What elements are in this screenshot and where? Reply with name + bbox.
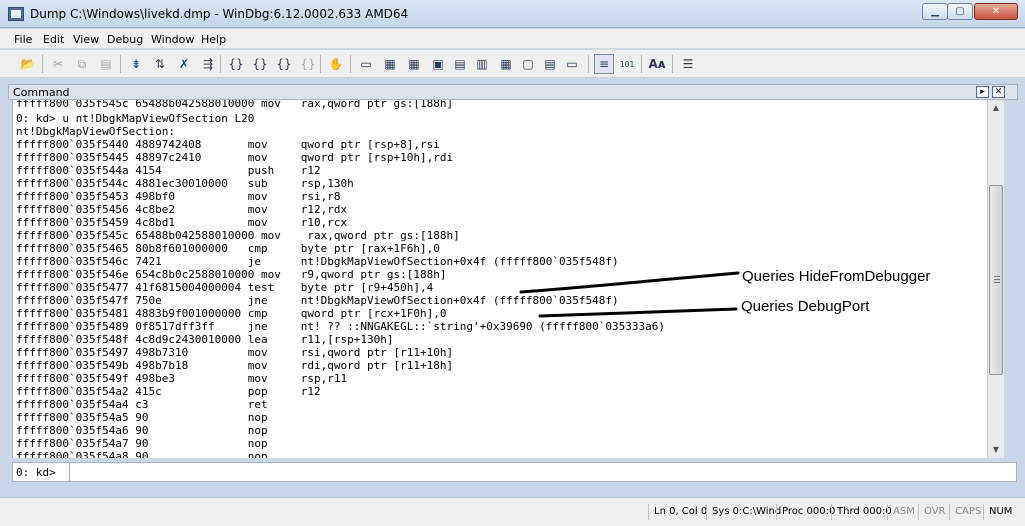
status-thread: Thrd 000:0 xyxy=(831,504,892,520)
output-line: fffff800`035f545c 65488b042588010000 mov… xyxy=(16,100,454,110)
open-folder-icon[interactable]: 📂 xyxy=(18,54,38,74)
output-line: fffff800`035f5465 80b8f601000000 cmp byt… xyxy=(16,242,440,255)
output-line: fffff800`035f548f 4c8d9c2430010000 lea r… xyxy=(16,333,394,346)
hand-icon[interactable]: ✋ xyxy=(326,54,346,74)
status-num: NUM xyxy=(983,504,1012,520)
output-line: fffff800`035f5445 48897c2410 mov qword p… xyxy=(16,151,454,164)
toolbar-separator xyxy=(588,55,589,73)
menu-bar: File Edit View Debug Window Help xyxy=(0,29,1025,49)
scratch-pad-icon[interactable]: ▢ xyxy=(518,54,538,74)
command-window-header: Command ▸ ✕ xyxy=(8,84,1018,100)
output-line: fffff800`035f54a5 90 nop xyxy=(16,411,268,424)
toolbar: 📂 ✂ ⧉ ▤ ⇟ ⇅ ✗ ⇶ {} {} {} {} ✋ ▭ ▦ ▦ ▣ ▤ … xyxy=(0,50,1025,78)
scroll-up-icon[interactable]: ▲ xyxy=(988,100,1004,116)
toolbar-separator xyxy=(320,55,321,73)
output-line: fffff800`035f5456 4c8be2 mov r12,rdx xyxy=(16,203,348,216)
output-line: fffff800`035f5477 41f6815004000004 test … xyxy=(16,281,434,294)
output-line: fffff800`035f5481 4883b9f001000000 cmp q… xyxy=(16,307,447,320)
hex-display-icon[interactable]: 101 xyxy=(617,54,637,74)
command-window-icon[interactable]: ▭ xyxy=(356,54,376,74)
output-line: fffff800`035f5453 498bf0 mov rsi,r8 xyxy=(16,190,341,203)
toolbar-separator xyxy=(120,55,121,73)
output-line: fffff800`035f54a7 90 nop xyxy=(16,437,268,450)
close-button[interactable]: ✕ xyxy=(974,3,1018,20)
kd-prompt: 0: kd> xyxy=(16,466,56,479)
status-system: Sys 0:C:\Wind xyxy=(706,504,781,520)
toolbar-separator xyxy=(350,55,351,73)
dock-icon[interactable]: ▸ xyxy=(976,86,989,98)
output-line: fffff800`035f546c 7421 je nt!DbgkMapView… xyxy=(16,255,619,268)
paste-icon[interactable]: ▤ xyxy=(96,54,116,74)
toolbar-separator xyxy=(42,55,43,73)
break-icon[interactable]: ⇶ xyxy=(198,54,218,74)
output-line: fffff800`035f544c 4881ec30010000 sub rsp… xyxy=(16,177,354,190)
status-cursor-position: Ln 0, Col 0 xyxy=(648,504,707,520)
output-line: fffff800`035f545c 65488b042588010000 mov… xyxy=(16,229,460,242)
output-line: fffff800`035f54a2 415c pop r12 xyxy=(16,385,321,398)
window-title: Dump C:\Windows\livekd.dmp - WinDbg:6.12… xyxy=(30,7,409,21)
output-line: fffff800`035f5497 498b7310 mov rsi,qword… xyxy=(16,346,454,359)
annotation-hidefromdebugger: Queries HideFromDebugger xyxy=(742,268,931,285)
menu-file[interactable]: File xyxy=(14,33,32,46)
windbg-app-icon xyxy=(8,7,24,21)
command-input-area: 0: kd> xyxy=(12,462,1017,482)
source-mode-icon[interactable]: ▭ xyxy=(562,54,582,74)
output-line: fffff800`035f546e 654c8b0c2588010000 mov… xyxy=(16,268,447,281)
toolbar-separator xyxy=(220,55,221,73)
annotation-debugport: Queries DebugPort xyxy=(741,298,870,315)
output-line: fffff800`035f54a6 90 nop xyxy=(16,424,268,437)
output-line: fffff800`035f54a8 90 nop xyxy=(16,450,268,458)
output-line: fffff800`035f5489 0f8517dff3ff jne nt! ?… xyxy=(16,320,666,333)
menu-edit[interactable]: Edit xyxy=(43,33,64,46)
scroll-down-icon[interactable]: ▼ xyxy=(988,442,1004,458)
menu-help[interactable]: Help xyxy=(201,33,226,46)
cut-icon[interactable]: ✂ xyxy=(48,54,68,74)
step-over-icon[interactable]: {} xyxy=(250,54,270,74)
processes-threads-icon[interactable]: ▤ xyxy=(540,54,560,74)
menu-view[interactable]: View xyxy=(73,33,99,46)
call-stack-window-icon[interactable]: ▥ xyxy=(472,54,492,74)
output-line: fffff800`035f544a 4154 push r12 xyxy=(16,164,321,177)
source-mode-toggle-icon[interactable]: ≡ xyxy=(594,54,614,74)
toolbar-separator xyxy=(641,55,642,73)
output-line: fffff800`035f549f 498be3 mov rsp,r11 xyxy=(16,372,348,385)
font-icon[interactable]: Aᴀ xyxy=(647,54,667,74)
copy-icon[interactable]: ⧉ xyxy=(72,54,92,74)
status-asm: ASM xyxy=(887,504,915,520)
stop-debugging-icon[interactable]: ✗ xyxy=(174,54,194,74)
step-out-icon[interactable]: {} xyxy=(274,54,294,74)
run-to-cursor-icon[interactable]: {} xyxy=(298,54,318,74)
output-line: fffff800`035f549b 498b7b18 mov rdi,qword… xyxy=(16,359,454,372)
scrollbar-thumb[interactable] xyxy=(989,185,1003,375)
output-line: fffff800`035f547f 750e jne nt!DbgkMapVie… xyxy=(16,294,619,307)
maximize-button[interactable]: ▢ xyxy=(947,3,973,20)
restart-icon[interactable]: ⇅ xyxy=(150,54,170,74)
output-line: fffff800`035f54a4 c3 ret xyxy=(16,398,268,411)
status-bar: Ln 0, Col 0 Sys 0:C:\Wind Proc 000:0 Thr… xyxy=(0,497,1025,526)
go-icon[interactable]: ⇟ xyxy=(126,54,146,74)
registers-window-icon[interactable]: ▣ xyxy=(428,54,448,74)
memory-window-icon[interactable]: ▤ xyxy=(450,54,470,74)
command-window-label: Command xyxy=(13,86,70,99)
output-line: fffff800`035f5459 4c8bd1 mov r10,rcx xyxy=(16,216,348,229)
toolbar-separator xyxy=(672,55,673,73)
output-line: fffff800`035f5440 4889742408 mov qword p… xyxy=(16,138,440,151)
title-bar: Dump C:\Windows\livekd.dmp - WinDbg:6.12… xyxy=(0,0,1025,28)
disassembly-window-icon[interactable]: ▦ xyxy=(496,54,516,74)
status-ovr: OVR xyxy=(918,504,945,520)
status-caps: CAPS xyxy=(949,504,981,520)
status-process: Proc 000:0 xyxy=(776,504,835,520)
options-icon[interactable]: ☰ xyxy=(678,54,698,74)
step-into-icon[interactable]: {} xyxy=(226,54,246,74)
watch-window-icon[interactable]: ▦ xyxy=(380,54,400,74)
command-input[interactable] xyxy=(69,463,1015,481)
command-close-icon[interactable]: ✕ xyxy=(992,86,1005,98)
menu-window[interactable]: Window xyxy=(151,33,194,46)
output-line: 0: kd> u nt!DbgkMapViewOfSection L20 xyxy=(16,112,255,125)
locals-window-icon[interactable]: ▦ xyxy=(404,54,424,74)
menu-debug[interactable]: Debug xyxy=(107,33,143,46)
output-scrollbar[interactable]: ▲ ▼ xyxy=(987,100,1004,458)
output-line: nt!DbgkMapViewOfSection: xyxy=(16,125,175,138)
minimize-button[interactable]: ▁ xyxy=(922,3,948,20)
